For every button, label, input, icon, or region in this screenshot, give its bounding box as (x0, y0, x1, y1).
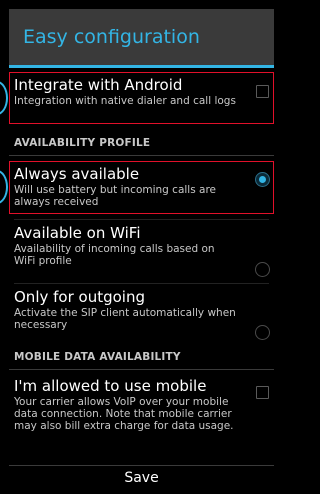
available-on-wifi-summary: Availability of incoming calls based on … (14, 243, 215, 267)
integrate-android-title: Integrate with Android (14, 76, 183, 94)
mobile-data-title: I'm allowed to use mobile (14, 377, 207, 395)
screen-title: Easy configuration (23, 26, 200, 48)
title-underline (9, 65, 274, 68)
wifi-texts: Available on WiFi Availability of incomi… (14, 224, 238, 267)
integrate-android-texts: Integrate with Android Integration with … (14, 76, 238, 107)
integrate-android-row[interactable]: Integrate with Android Integration with … (0, 72, 278, 124)
only-for-outgoing-summary: Activate the SIP client automatically wh… (14, 307, 236, 331)
availability-option-wifi[interactable]: Available on WiFi Availability of incomi… (0, 220, 278, 277)
always-available-texts: Always available Will use battery but in… (14, 165, 238, 208)
mobile-data-checkbox[interactable] (256, 386, 269, 399)
mobile-data-row[interactable]: I'm allowed to use mobile Your carrier a… (0, 374, 278, 462)
available-on-wifi-radio[interactable] (255, 262, 270, 277)
integrate-android-checkbox[interactable] (256, 85, 269, 98)
always-available-summary: Will use battery but incoming calls are … (14, 184, 217, 208)
save-button[interactable]: Save (9, 466, 274, 490)
availability-profile-header: AVAILABILITY PROFILE (14, 137, 151, 149)
always-available-title: Always available (14, 165, 140, 183)
outgoing-texts: Only for outgoing Activate the SIP clien… (14, 288, 238, 331)
availability-option-outgoing[interactable]: Only for outgoing Activate the SIP clien… (0, 284, 278, 340)
integrate-android-summary: Integration with native dialer and call … (14, 95, 236, 107)
easy-configuration-screen: Easy configuration Integrate with Androi… (0, 0, 278, 494)
only-for-outgoing-radio[interactable] (255, 325, 270, 340)
availability-section-rule (9, 155, 274, 156)
available-on-wifi-title: Available on WiFi (14, 224, 141, 242)
always-available-radio[interactable] (255, 172, 270, 187)
mobile-data-header: MOBILE DATA AVAILABILITY (14, 351, 181, 363)
availability-option-always[interactable]: Always available Will use battery but in… (0, 161, 278, 214)
title-bar: Easy configuration (9, 9, 274, 65)
only-for-outgoing-title: Only for outgoing (14, 288, 145, 306)
mobile-data-section-rule (9, 369, 274, 370)
mobile-data-summary: Your carrier allows VoIP over your mobil… (14, 396, 234, 432)
mobile-data-texts: I'm allowed to use mobile Your carrier a… (14, 377, 238, 432)
